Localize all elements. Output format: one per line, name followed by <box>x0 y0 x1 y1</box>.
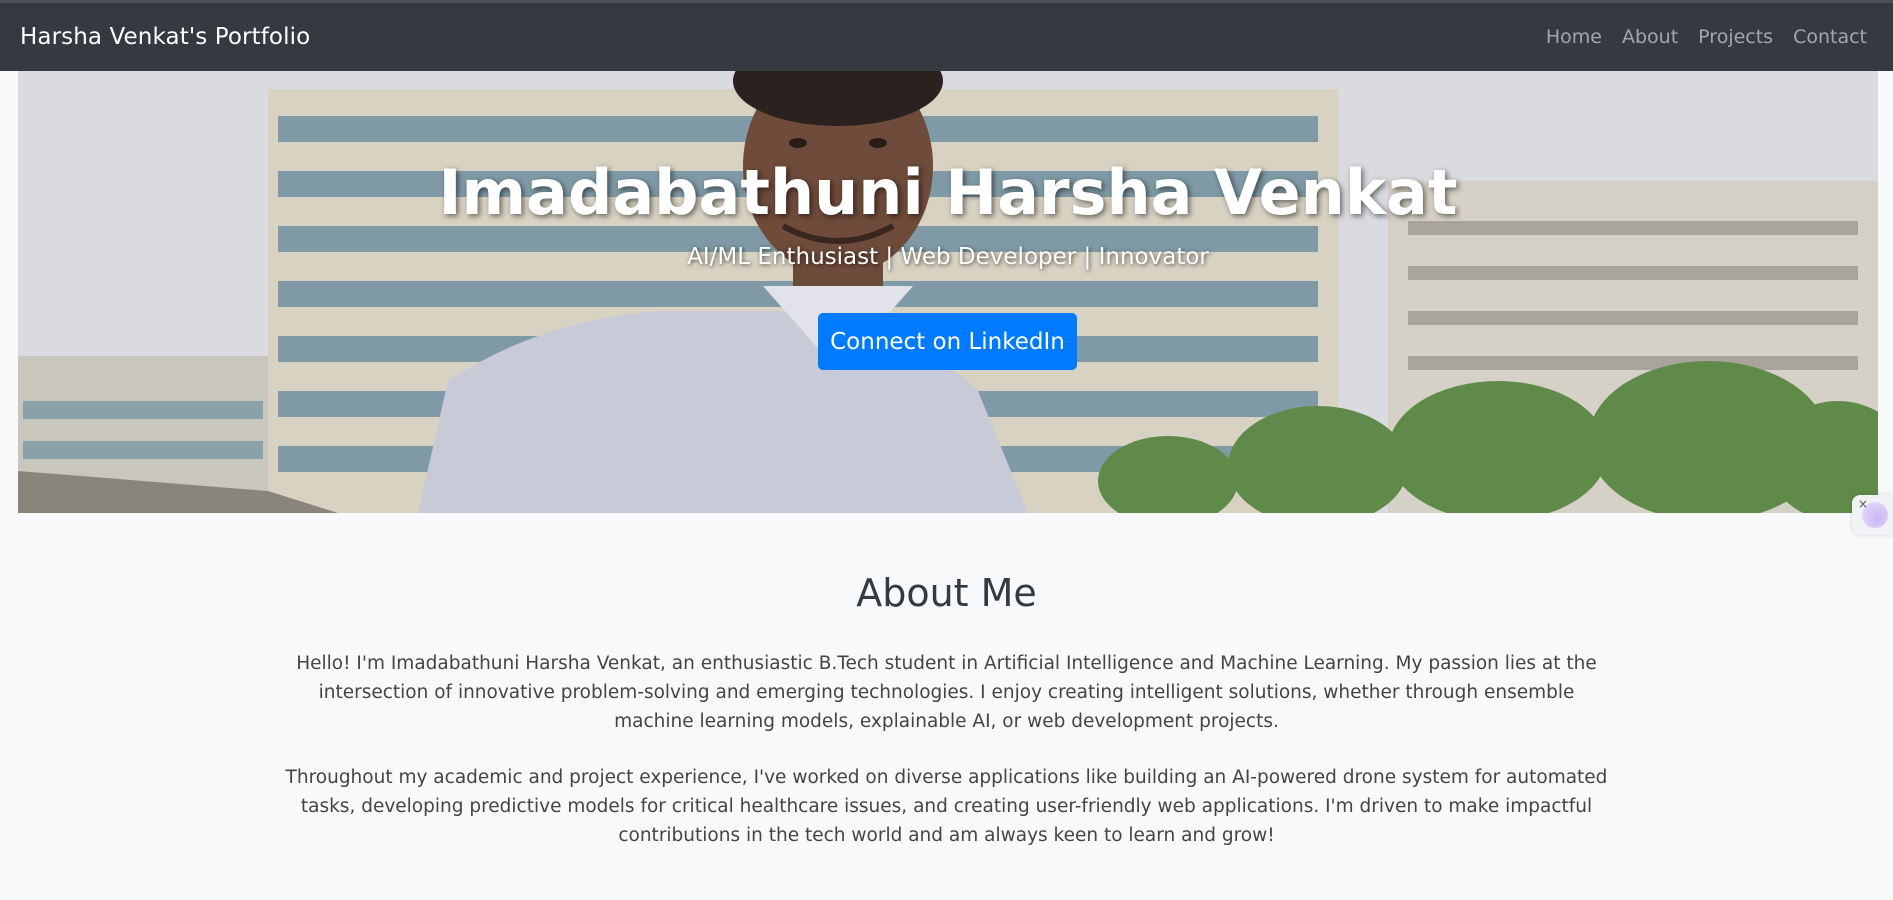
navbar-brand[interactable]: Harsha Venkat's Portfolio <box>20 24 310 50</box>
navbar: Harsha Venkat's Portfolio Home About Pro… <box>0 0 1893 71</box>
about-text: Hello! I'm Imadabathuni Harsha Venkat, a… <box>277 649 1617 850</box>
nav-link-projects[interactable]: Projects <box>1698 26 1773 48</box>
hero-subtitle: AI/ML Enthusiast | Web Developer | Innov… <box>687 244 1209 270</box>
linkedin-button[interactable]: Connect on LinkedIn <box>818 313 1077 370</box>
about-section: About Me Hello! I'm Imadabathuni Harsha … <box>0 513 1893 877</box>
nav-link-contact[interactable]: Contact <box>1793 26 1867 48</box>
about-paragraph-1: Hello! I'm Imadabathuni Harsha Venkat, a… <box>296 653 1597 732</box>
nav-links: Home About Projects Contact <box>1546 26 1873 48</box>
nav-link-about[interactable]: About <box>1622 26 1678 48</box>
hero-section: Imadabathuni Harsha Venkat AI/ML Enthusi… <box>18 71 1878 513</box>
close-icon[interactable]: × <box>1858 497 1868 511</box>
hero-title: Imadabathuni Harsha Venkat <box>438 156 1458 229</box>
nav-link-home[interactable]: Home <box>1546 26 1602 48</box>
side-widget[interactable]: × <box>1852 495 1893 535</box>
hero-content: Imadabathuni Harsha Venkat AI/ML Enthusi… <box>18 71 1878 513</box>
about-paragraph-2: Throughout my academic and project exper… <box>285 767 1608 846</box>
about-title: About Me <box>856 571 1037 615</box>
